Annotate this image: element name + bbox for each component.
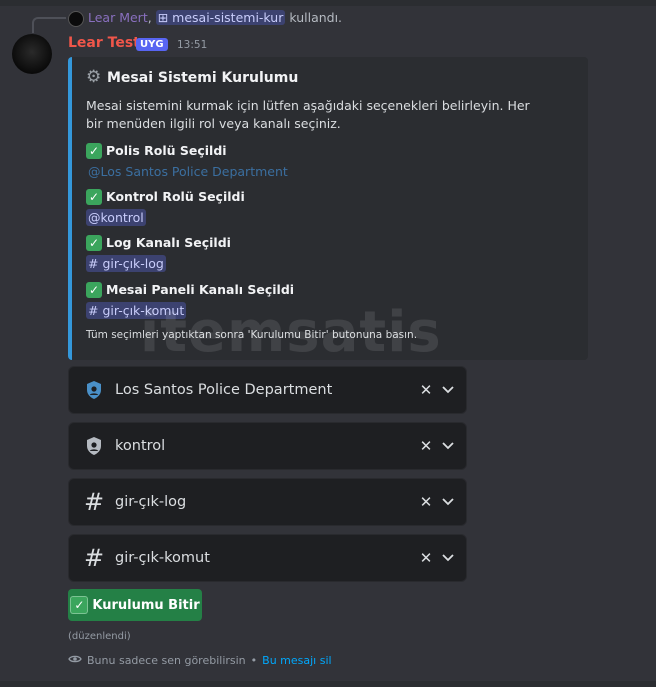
shield-icon	[83, 379, 105, 401]
finish-setup-button[interactable]: ✓ Kurulumu Bitir	[68, 589, 202, 621]
role-mention[interactable]: @kontrol	[86, 209, 146, 226]
hash-icon: #	[83, 488, 105, 516]
avatar[interactable]	[12, 34, 52, 74]
embed-field: ✓ Log Kanalı Seçildi # gir-çık-log	[86, 234, 231, 272]
clear-icon[interactable]: ✕	[418, 437, 434, 455]
select-panel-channel[interactable]: # gir-çık-komut ✕	[68, 534, 467, 582]
reply-context: Lear Mert, ⊞ mesai-sistemi-kur kullandı.	[88, 10, 343, 25]
eye-icon	[68, 654, 82, 667]
reply-connector	[32, 17, 66, 33]
check-icon: ✓	[70, 596, 89, 614]
embed-description: Mesai sistemini kurmak için lütfen aşağı…	[86, 98, 530, 131]
select-police-role[interactable]: Los Santos Police Department ✕	[68, 366, 467, 414]
app-badge: UYG	[136, 38, 168, 51]
channel-mention[interactable]: # gir-çık-log	[86, 255, 166, 272]
embed-title-row: ⚙ Mesai Sistemi Kurulumu	[86, 69, 298, 86]
embed-field: ✓ Polis Rolü Seçildi @Los Santos Police D…	[86, 142, 290, 180]
chevron-down-icon[interactable]	[442, 498, 456, 506]
check-icon: ✓	[86, 142, 102, 159]
clear-icon[interactable]: ✕	[418, 493, 434, 511]
slash-command-mention[interactable]: ⊞ mesai-sistemi-kur	[155, 10, 286, 25]
top-divider	[0, 0, 656, 6]
chevron-down-icon[interactable]	[442, 442, 456, 450]
chevron-down-icon[interactable]	[442, 554, 456, 562]
check-icon: ✓	[86, 188, 102, 205]
watermark: itemsatis	[140, 300, 442, 365]
timestamp: 13:51	[177, 39, 208, 51]
check-icon: ✓	[86, 281, 102, 298]
shield-icon	[83, 435, 105, 457]
check-icon: ✓	[86, 234, 102, 251]
role-mention[interactable]: @Los Santos Police Department	[86, 163, 290, 180]
reply-username[interactable]: Lear Mert	[88, 10, 148, 25]
embed-title: Mesai Sistemi Kurulumu	[107, 69, 299, 86]
chevron-down-icon[interactable]	[442, 386, 456, 394]
edited-label: (düzenlendi)	[68, 631, 131, 642]
author-name[interactable]: Lear Test	[68, 35, 140, 51]
dismiss-message-link[interactable]: Bu mesajı sil	[262, 654, 331, 667]
hash-icon: #	[83, 544, 105, 572]
select-log-channel[interactable]: # gir-çık-log ✕	[68, 478, 467, 526]
bottom-divider	[0, 681, 656, 687]
ephemeral-notice: Bunu sadece sen görebilirsin • Bu mesajı…	[68, 654, 332, 667]
reply-action: kullandı.	[289, 10, 343, 25]
gear-icon: ⚙	[86, 67, 102, 87]
select-control-role[interactable]: kontrol ✕	[68, 422, 467, 470]
clear-icon[interactable]: ✕	[418, 549, 434, 567]
embed-field: ✓ Kontrol Rolü Seçildi @kontrol	[86, 188, 245, 226]
reply-avatar[interactable]	[68, 11, 84, 27]
clear-icon[interactable]: ✕	[418, 381, 434, 399]
